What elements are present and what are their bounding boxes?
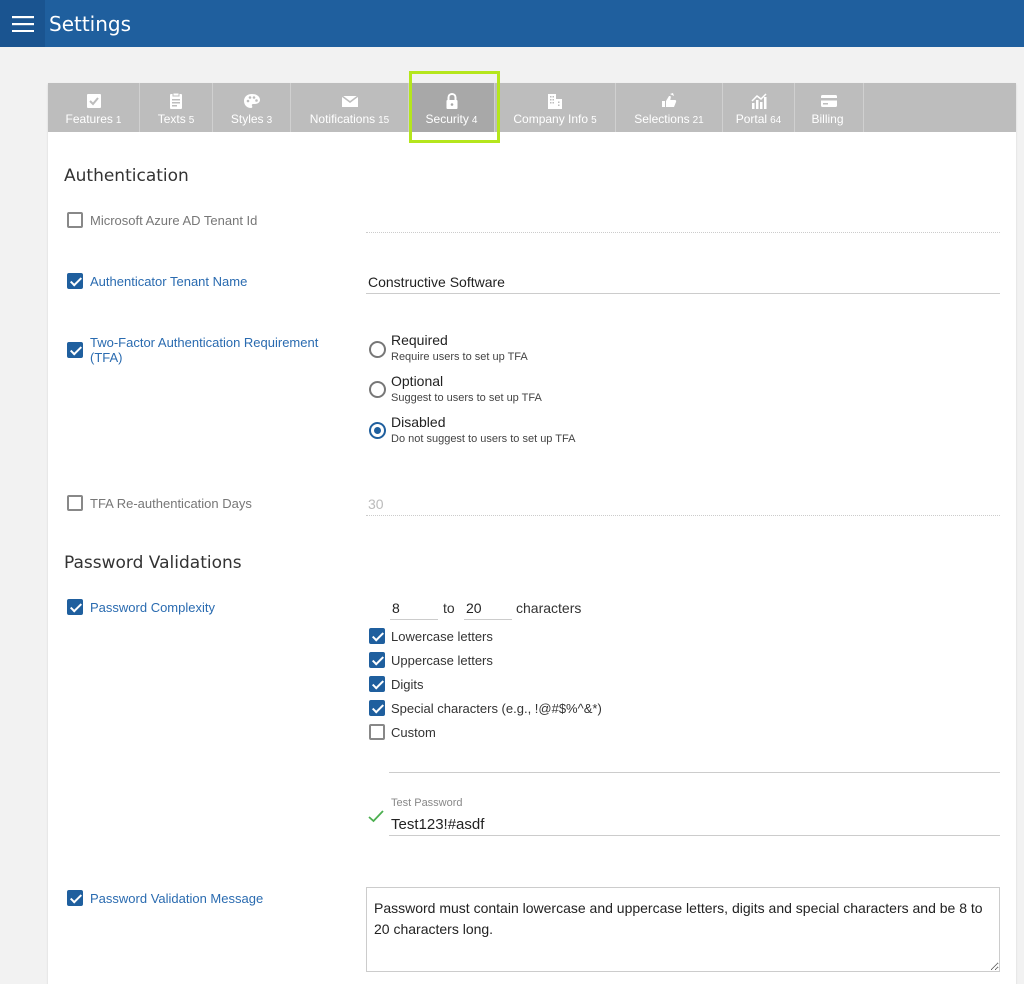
tfa-required-radio[interactable] (369, 341, 386, 358)
digits-label: Digits (391, 677, 424, 692)
special-characters-checkbox[interactable] (369, 700, 385, 716)
tenant-name-label: Authenticator Tenant Name (90, 274, 248, 289)
azure-ad-tenant-input[interactable] (366, 211, 1000, 233)
tfa-option-description: Require users to set up TFA (391, 351, 528, 363)
tab-texts[interactable]: Texts 5 (140, 83, 213, 132)
tab-label: Features (65, 112, 113, 126)
envelope-icon (341, 95, 358, 107)
reauth-days-input[interactable] (366, 493, 1000, 516)
tab-count: 1 (115, 115, 122, 126)
lock-icon (446, 93, 457, 109)
tab-label: Billing (811, 112, 844, 126)
test-password-label: Test Password (391, 797, 463, 809)
tab-count: 4 (471, 115, 478, 126)
hamburger-menu-icon[interactable] (0, 0, 45, 47)
tab-selections[interactable]: Selections 21 (616, 83, 723, 132)
tab-features[interactable]: Features 1 (48, 83, 140, 132)
tfa-option-title: Disabled (391, 414, 446, 430)
tab-count: 3 (266, 115, 273, 126)
tab-company-info[interactable]: Company Info 5 (495, 83, 616, 132)
tfa-label: Two-Factor Authentication Requirement (T… (90, 335, 319, 365)
page-title: Settings (49, 12, 132, 36)
min-length-input[interactable] (390, 597, 438, 620)
custom-checkbox[interactable] (369, 724, 385, 740)
tfa-optional-radio[interactable] (369, 381, 386, 398)
digits-checkbox[interactable] (369, 676, 385, 692)
reauth-days-checkbox[interactable] (67, 495, 83, 511)
tab-label: Security (425, 112, 469, 126)
tab-label: Portal (735, 112, 768, 126)
tab-count: 5 (591, 115, 597, 126)
tenant-name-input[interactable] (366, 271, 1000, 294)
chart-icon (750, 93, 767, 109)
building-icon (548, 94, 562, 109)
azure-ad-label: Microsoft Azure AD Tenant Id (90, 213, 258, 228)
checkbox-icon (86, 94, 101, 108)
custom-label: Custom (391, 725, 436, 740)
tab-count: 5 (188, 115, 195, 126)
tab-styles[interactable]: Styles 3 (213, 83, 291, 132)
tab-label: Selections (634, 112, 690, 126)
lowercase-checkbox[interactable] (369, 628, 385, 644)
clipboard-icon (170, 93, 182, 109)
tfa-option-description: Do not suggest to users to set up TFA (391, 433, 576, 445)
thumbs-icon (662, 93, 677, 107)
tfa-option-title: Optional (391, 373, 444, 389)
tfa-option-title: Required (391, 332, 448, 348)
azure-ad-checkbox[interactable] (67, 212, 83, 228)
tab-count: 21 (692, 115, 704, 126)
characters-unit-text: characters (516, 600, 582, 616)
range-to-text: to (443, 600, 455, 616)
authentication-heading: Authentication (64, 166, 189, 186)
custom-regex-input[interactable] (389, 748, 1000, 773)
validation-message-checkbox[interactable] (67, 890, 83, 906)
reauth-days-label: TFA Re-authentication Days (90, 496, 252, 511)
tab-label: Texts (157, 112, 186, 126)
lowercase-label: Lowercase letters (391, 629, 493, 644)
validation-message-label: Password Validation Message (90, 891, 264, 906)
credit-card-icon (821, 95, 837, 107)
test-password-input[interactable] (389, 813, 1000, 836)
palette-icon (243, 94, 260, 108)
password-validations-heading: Password Validations (64, 553, 242, 573)
tfa-disabled-radio[interactable] (369, 422, 386, 439)
valid-check-icon (368, 810, 384, 823)
tab-label: Company Info (513, 112, 589, 126)
tab-count: 15 (378, 115, 390, 126)
validation-message-textarea[interactable]: Password must contain lowercase and uppe… (366, 887, 1000, 972)
password-complexity-label: Password Complexity (90, 600, 215, 615)
tab-security[interactable]: Security 4 (409, 83, 495, 132)
tab-label: Styles (230, 112, 264, 126)
top-app-bar: Settings (0, 0, 1024, 47)
settings-tabbar: Features 1 Texts 5 Styles 3 Notifications 15… (48, 83, 1016, 132)
uppercase-checkbox[interactable] (369, 652, 385, 668)
uppercase-label: Uppercase letters (391, 653, 493, 668)
special-characters-label: Special characters (e.g., !@#$%^&*) (391, 701, 602, 716)
max-length-input[interactable] (464, 597, 512, 620)
settings-panel: Features 1 Texts 5 Styles 3 Notifications 15… (48, 71, 1016, 984)
tfa-option-description: Suggest to users to set up TFA (391, 392, 542, 404)
tab-label: Notifications (309, 112, 376, 126)
tfa-checkbox[interactable] (67, 342, 83, 358)
tab-count: 64 (770, 115, 782, 126)
tab-portal[interactable]: Portal 64 (723, 83, 795, 132)
tenant-name-checkbox[interactable] (67, 273, 83, 289)
password-complexity-checkbox[interactable] (67, 599, 83, 615)
tab-notifications[interactable]: Notifications 15 (291, 83, 409, 132)
tab-billing[interactable]: Billing (795, 83, 864, 132)
